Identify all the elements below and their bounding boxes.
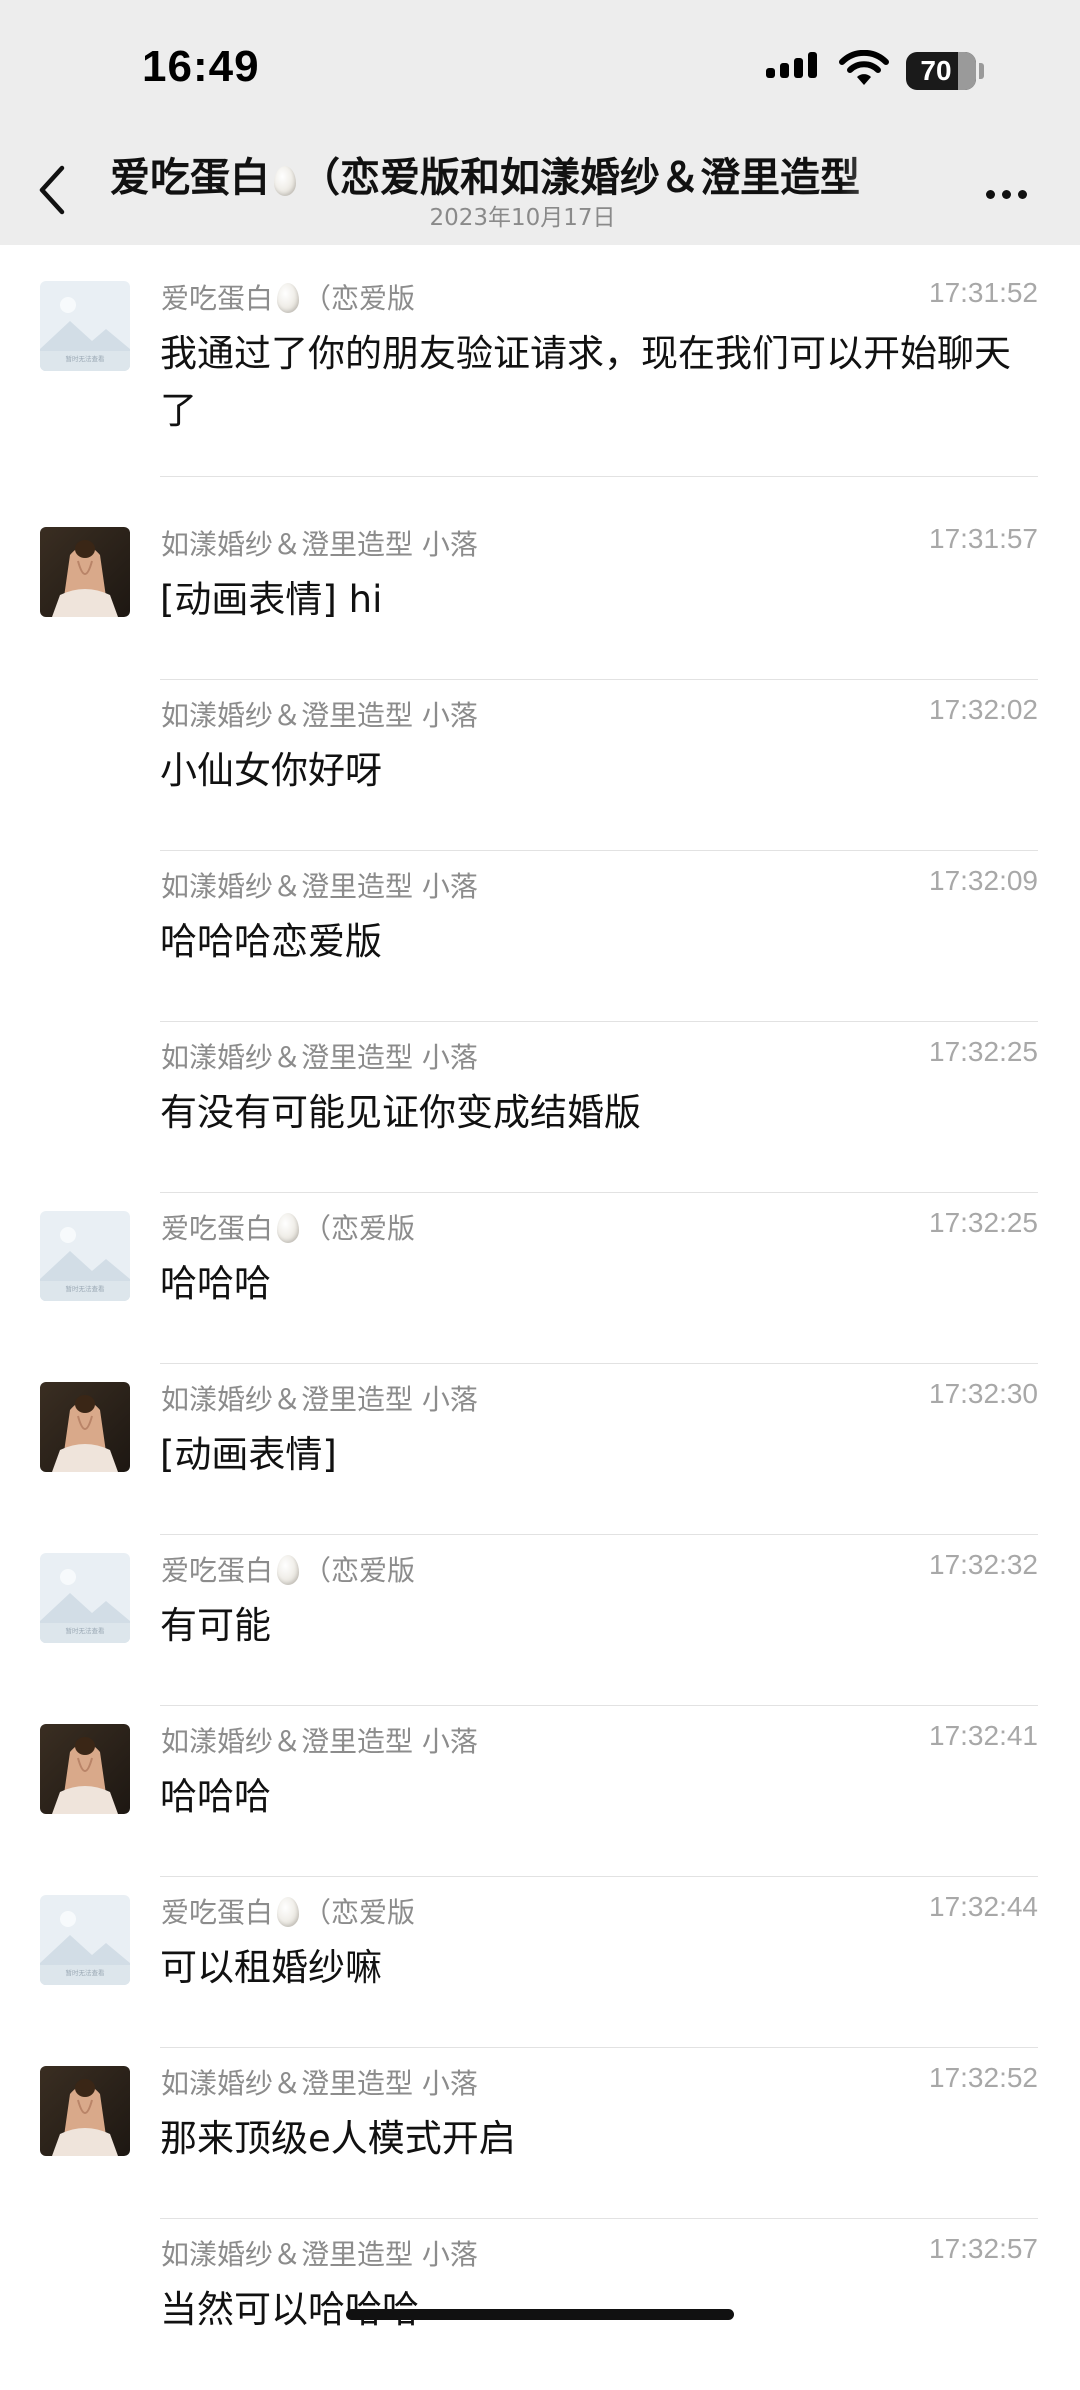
message-row[interactable]: 如漾婚纱＆澄里造型 小落 17:32:57 当然可以哈哈哈 [0,2219,1080,2390]
egg-emoji-icon [277,283,300,313]
battery-level: 70 [920,55,952,86]
home-indicator[interactable] [346,2309,734,2320]
sender-name: 爱吃蛋白 （恋爱版 [161,1212,416,1245]
sender-name: 如漾婚纱＆澄里造型 小落 [161,870,478,903]
sender-name: 爱吃蛋白 （恋爱版 [161,1554,416,1587]
egg-emoji-icon [274,166,296,196]
message-time: 17:32:32 [929,1549,1038,1580]
cellular-signal-icon [766,52,826,78]
message-time: 17:32:25 [929,1036,1038,1067]
placeholder-avatar[interactable]: 暂时无法查看 [40,1553,130,1643]
message-time: 17:32:41 [929,1720,1038,1751]
message-row[interactable]: 暂时无法查看 爱吃蛋白 （恋爱版 17:32:25 哈哈哈 [0,1193,1080,1364]
message-time: 17:32:44 [929,1891,1038,1922]
message-row[interactable]: 如漾婚纱＆澄里造型 小落 17:32:09 哈哈哈恋爱版 [0,851,1080,1022]
sender-name: 如漾婚纱＆澄里造型 小落 [161,528,478,561]
message-text: 可以租婚纱嘛 [160,1946,382,1989]
contact-avatar[interactable] [40,1382,130,1472]
message-time: 17:32:25 [929,1207,1038,1238]
message-text: 我通过了你的朋友验证请求，现在我们可以开始聊天了 [160,332,1011,432]
sender-name: 如漾婚纱＆澄里造型 小落 [161,2238,478,2271]
egg-emoji-icon [277,1213,300,1243]
placeholder-avatar[interactable]: 暂时无法查看 [40,1211,130,1301]
egg-emoji-icon [277,1897,300,1927]
chat-title: 爱吃蛋白 （恋爱版和如漾婚纱＆澄里造型 [110,155,860,201]
chat-date: 2023年10月17日 [429,205,616,231]
battery-cap [979,63,984,79]
placeholder-avatar[interactable]: 暂时无法查看 [40,281,130,371]
message-time: 17:32:09 [929,865,1038,896]
message-text: 小仙女你好呀 [160,749,382,792]
status-time: 16:49 [142,42,260,91]
sender-name: 如漾婚纱＆澄里造型 小落 [161,699,478,732]
sender-name: 爱吃蛋白 （恋爱版 [161,282,416,315]
message-text: 哈哈哈 [160,1262,271,1305]
message-text: 那来顶级e人模式开启 [160,2117,516,2160]
sender-name: 如漾婚纱＆澄里造型 小落 [161,1725,478,1758]
sender-name: 如漾婚纱＆澄里造型 小落 [161,2067,478,2100]
message-divider [160,476,1038,477]
message-time: 17:32:52 [929,2062,1038,2093]
message-row[interactable]: 如漾婚纱＆澄里造型 小落 17:32:41 哈哈哈 [0,1706,1080,1877]
message-row[interactable]: 如漾婚纱＆澄里造型 小落 17:32:02 小仙女你好呀 [0,680,1080,851]
sender-name: 爱吃蛋白 （恋爱版 [161,1896,416,1929]
message-row[interactable]: 如漾婚纱＆澄里造型 小落 17:31:57 [动画表情] hi [0,509,1080,680]
more-options-icon[interactable] [986,184,1034,203]
placeholder-avatar[interactable]: 暂时无法查看 [40,1895,130,1985]
message-text: 哈哈哈恋爱版 [160,920,382,963]
contact-avatar[interactable] [40,527,130,617]
message-text: [动画表情] [160,1433,337,1476]
message-text: 有没有可能见证你变成结婚版 [160,1091,641,1134]
top-bar: 16:49 70 爱吃蛋白 （恋爱版和如漾婚纱＆澄里造型 2023年10月17日 [0,0,1080,245]
message-time: 17:32:30 [929,1378,1038,1409]
message-time: 17:32:57 [929,2233,1038,2264]
message-row[interactable]: 如漾婚纱＆澄里造型 小落 17:32:52 那来顶级e人模式开启 [0,2048,1080,2219]
battery-icon: 70 [906,52,976,90]
message-row[interactable]: 如漾婚纱＆澄里造型 小落 17:32:30 [动画表情] [0,1364,1080,1535]
message-row[interactable]: 暂时无法查看 爱吃蛋白 （恋爱版 17:32:44 可以租婚纱嘛 [0,1877,1080,2048]
message-text: 哈哈哈 [160,1775,271,1818]
svg-text:暂时无法查看: 暂时无法查看 [66,1968,106,1977]
message-text: [动画表情] hi [160,578,383,621]
message-time: 17:31:57 [929,523,1038,554]
contact-avatar[interactable] [40,1724,130,1814]
svg-text:暂时无法查看: 暂时无法查看 [66,1626,106,1635]
svg-text:暂时无法查看: 暂时无法查看 [66,1284,106,1293]
sender-name: 如漾婚纱＆澄里造型 小落 [161,1383,478,1416]
message-row[interactable]: 如漾婚纱＆澄里造型 小落 17:32:25 有没有可能见证你变成结婚版 [0,1022,1080,1193]
message-time: 17:31:52 [929,277,1038,308]
message-row[interactable]: 暂时无法查看 爱吃蛋白 （恋爱版 17:31:52 我通过了你的朋友验证请求，现在我们… [0,263,1080,477]
sender-name: 如漾婚纱＆澄里造型 小落 [161,1041,478,1074]
svg-text:暂时无法查看: 暂时无法查看 [66,354,106,363]
egg-emoji-icon [277,1555,300,1585]
contact-avatar[interactable] [40,2066,130,2156]
wifi-icon [839,50,889,85]
message-text: 有可能 [160,1604,271,1647]
message-row[interactable]: 暂时无法查看 爱吃蛋白 （恋爱版 17:32:32 有可能 [0,1535,1080,1706]
message-time: 17:32:02 [929,694,1038,725]
